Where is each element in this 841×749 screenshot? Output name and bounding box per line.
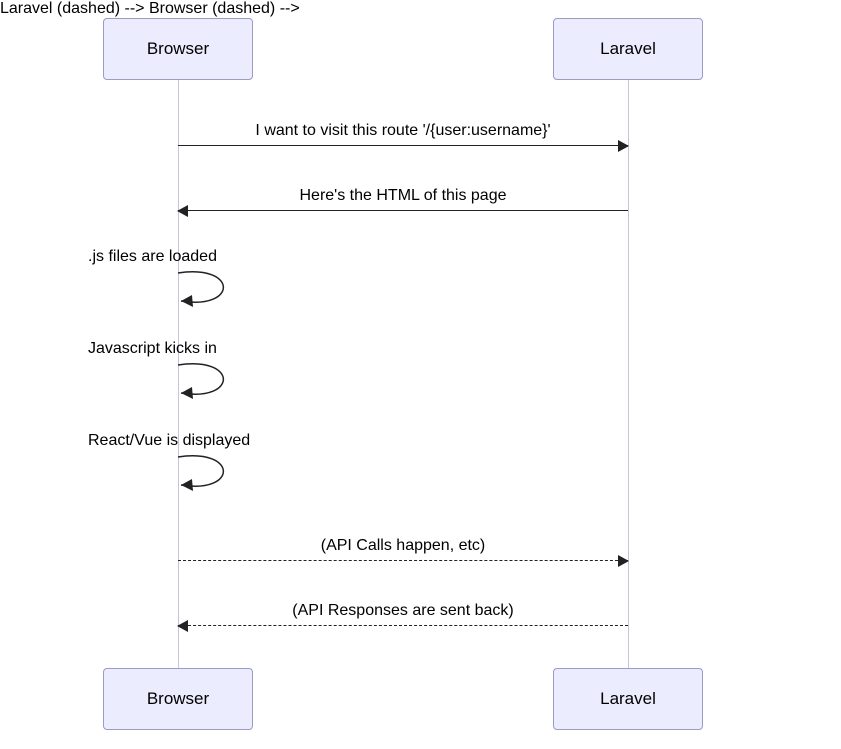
message-visit-route: I want to visit this route '/{user:usern… — [178, 145, 628, 146]
participant-browser-top: Browser — [103, 18, 253, 80]
message-react-vue-displayed: React/Vue is displayed — [78, 432, 338, 494]
message-js-kicks-in: Javascript kicks in — [78, 340, 338, 402]
self-loop-icon — [78, 454, 248, 494]
message-api-responses: (API Responses are sent back) — [178, 625, 628, 626]
message-label: React/Vue is displayed — [78, 432, 338, 450]
arrow-right-icon — [618, 555, 629, 567]
message-label: Javascript kicks in — [78, 340, 338, 358]
message-label: I want to visit this route '/{user:usern… — [178, 122, 628, 140]
arrow-left-icon — [177, 205, 188, 217]
participant-laravel-bottom: Laravel — [553, 668, 703, 730]
arrow-right-icon — [618, 140, 629, 152]
message-label: (API Calls happen, etc) — [178, 537, 628, 555]
participant-laravel-top: Laravel — [553, 18, 703, 80]
self-loop-icon — [78, 270, 248, 310]
message-api-calls: (API Calls happen, etc) — [178, 560, 628, 561]
lifeline-laravel — [628, 80, 629, 668]
message-label: (API Responses are sent back) — [178, 602, 628, 620]
self-loop-icon — [78, 362, 248, 402]
participant-label: Laravel — [600, 39, 656, 59]
participant-label: Browser — [147, 39, 209, 59]
message-label: .js files are loaded — [78, 248, 338, 266]
participant-browser-bottom: Browser — [103, 668, 253, 730]
message-html-response: Here's the HTML of this page — [178, 210, 628, 211]
message-js-loaded: .js files are loaded — [78, 248, 338, 310]
message-label: Here's the HTML of this page — [178, 187, 628, 205]
sequence-diagram: Browser Laravel I want to visit this rou… — [0, 0, 841, 749]
arrow-left-icon — [177, 620, 188, 632]
participant-label: Browser — [147, 689, 209, 709]
participant-label: Laravel — [600, 689, 656, 709]
